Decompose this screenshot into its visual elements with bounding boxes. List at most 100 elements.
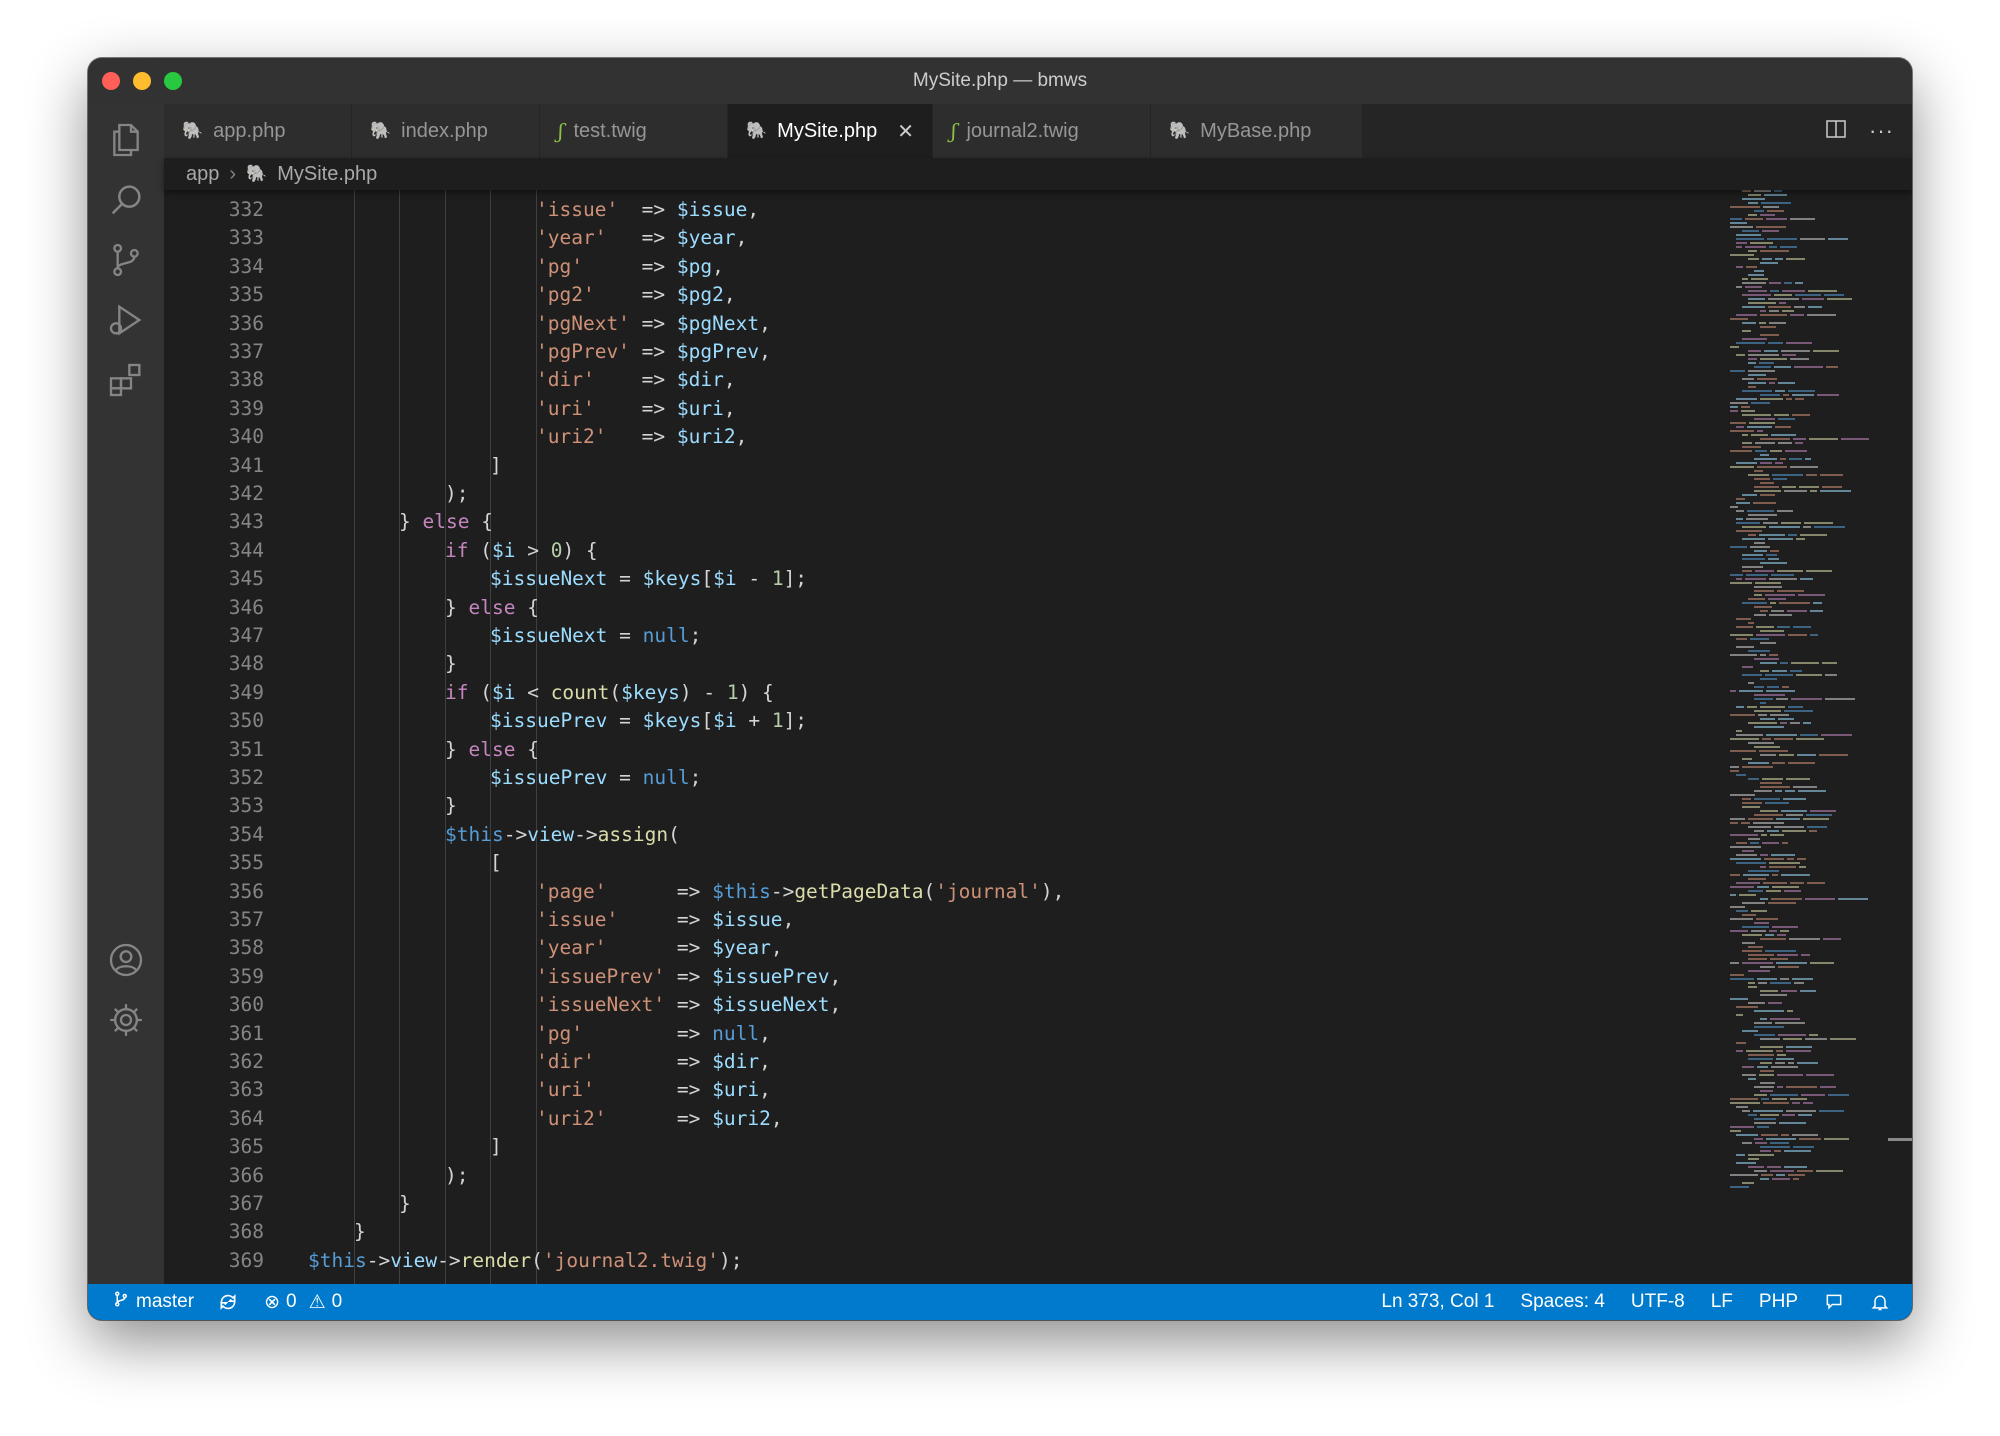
code-line[interactable]: 363 'uri' => $uri, <box>164 1076 1664 1104</box>
code-line[interactable]: 362 'dir' => $dir, <box>164 1048 1664 1076</box>
minimap-line <box>1748 302 1776 304</box>
code-line[interactable]: 339 'uri' => $uri, <box>164 395 1664 423</box>
code-line[interactable]: 349 if ($i < count($keys) - 1) { <box>164 679 1664 707</box>
code-line[interactable]: 365] <box>164 1133 1664 1161</box>
code-line[interactable]: 353} <box>164 792 1664 820</box>
minimap-line <box>1748 274 1764 276</box>
minimap-line <box>1742 278 1748 280</box>
line-number: 352 <box>228 766 264 789</box>
minimap-line <box>1760 262 1778 264</box>
files-icon[interactable] <box>100 114 152 166</box>
close-tab-icon[interactable]: ✕ <box>897 119 914 144</box>
more-actions-icon[interactable]: ··· <box>1869 118 1894 144</box>
code-line[interactable]: 354 $this->view->assign( <box>164 821 1664 849</box>
code-line[interactable]: 332 'issue' => $issue, <box>164 196 1664 224</box>
code-line[interactable]: 350 $issuePrev = $keys[$i + 1]; <box>164 707 1664 735</box>
code-line[interactable]: 337 'pgPrev' => $pgPrev, <box>164 338 1664 366</box>
minimap-line <box>1772 886 1799 888</box>
source-control-icon[interactable] <box>100 234 152 286</box>
split-editor-icon[interactable] <box>1825 118 1847 145</box>
tab-index-php[interactable]: 🐘 index.php <box>352 104 540 158</box>
code-line[interactable]: 344 if ($i > 0) { <box>164 537 1664 565</box>
minimap-line <box>1786 778 1810 780</box>
code-line[interactable]: 335 'pg2' => $pg2, <box>164 281 1664 309</box>
code-line[interactable]: 352 $issuePrev = null; <box>164 764 1664 792</box>
run-debug-icon[interactable] <box>100 294 152 346</box>
code-line[interactable]: 357 'issue' => $issue, <box>164 906 1664 934</box>
maximize-window-button[interactable] <box>164 72 182 90</box>
tab-mybase-php[interactable]: 🐘 MyBase.php <box>1151 104 1363 158</box>
scrollbar-thumb[interactable] <box>1888 1138 1912 1141</box>
language-mode[interactable]: PHP <box>1759 1291 1798 1313</box>
line-number: 342 <box>228 482 264 505</box>
breadcrumb-file[interactable]: MySite.php <box>277 163 377 186</box>
code-line[interactable]: 366); <box>164 1162 1664 1190</box>
code-line[interactable]: 359 'issuePrev' => $issuePrev, <box>164 963 1664 991</box>
code-line[interactable]: 360 'issueNext' => $issueNext, <box>164 991 1664 1019</box>
end-of-line[interactable]: LF <box>1711 1291 1733 1313</box>
code-line[interactable]: 355 [ <box>164 849 1664 877</box>
code-line[interactable]: 369 $this->view->render('journal2.twig'); <box>164 1247 1664 1275</box>
encoding[interactable]: UTF-8 <box>1631 1291 1685 1313</box>
code-line[interactable]: 361 'pg' => null, <box>164 1020 1664 1048</box>
tab-mysite-php[interactable]: 🐘 MySite.php ✕ <box>728 104 933 158</box>
indentation[interactable]: Spaces: 4 <box>1520 1291 1605 1313</box>
line-text: 'dir' => $dir, <box>536 368 736 392</box>
code-line[interactable]: 358 'year' => $year, <box>164 934 1664 962</box>
code-editor[interactable]: 332 'issue' => $issue, 333 'year' => $year,… <box>164 190 1912 1284</box>
settings-gear-icon[interactable] <box>100 994 152 1046</box>
minimap-line <box>1736 1154 1745 1156</box>
minimap-line <box>1730 546 1747 548</box>
code-line[interactable]: 345 $issueNext = $keys[$i - 1]; <box>164 565 1664 593</box>
minimap-line <box>1784 490 1807 492</box>
minimap-line <box>1730 834 1758 836</box>
code-line[interactable]: 364 'uri2' => $uri2, <box>164 1105 1664 1133</box>
code-line[interactable]: 338 'dir' => $dir, <box>164 366 1664 394</box>
minimap-line <box>1772 762 1785 764</box>
breadcrumb-folder[interactable]: app <box>186 163 219 186</box>
account-icon[interactable] <box>100 934 152 986</box>
minimap-line <box>1730 574 1743 576</box>
code-line[interactable]: 346} else { <box>164 594 1664 622</box>
minimap-line <box>1742 538 1765 540</box>
minimap-line <box>1742 666 1753 668</box>
minimap-line <box>1742 902 1765 904</box>
minimap-line <box>1795 442 1803 444</box>
code-line[interactable]: 356 'page' => $this->getPageData('journal… <box>164 878 1664 906</box>
tab-journal2-twig[interactable]: ʃ journal2.twig <box>933 104 1151 158</box>
code-line[interactable]: 347 $issueNext = null; <box>164 622 1664 650</box>
problems-indicator[interactable]: ⊗ 0 ⚠ 0 <box>264 1291 342 1314</box>
minimap-line <box>1788 762 1815 764</box>
code-line[interactable]: 333 'year' => $year, <box>164 224 1664 252</box>
extensions-icon[interactable] <box>100 354 152 406</box>
tab-app-php[interactable]: 🐘 app.php <box>164 104 352 158</box>
code-line[interactable]: 341] <box>164 452 1664 480</box>
code-line[interactable]: 340 'uri2' => $uri2, <box>164 423 1664 451</box>
sync-icon[interactable] <box>218 1292 238 1312</box>
cursor-position[interactable]: Ln 373, Col 1 <box>1381 1291 1494 1313</box>
branch-indicator[interactable]: master <box>112 1290 194 1314</box>
minimap-line <box>1754 210 1764 212</box>
minimap-line <box>1736 1162 1756 1164</box>
close-window-button[interactable] <box>102 72 120 90</box>
notifications-bell-icon[interactable] <box>1870 1292 1890 1312</box>
code-line[interactable]: 334 'pg' => $pg, <box>164 253 1664 281</box>
minimize-window-button[interactable] <box>133 72 151 90</box>
code-line[interactable]: 343} else { <box>164 508 1664 536</box>
code-line[interactable]: 348} <box>164 650 1664 678</box>
minimap[interactable] <box>1718 190 1898 1284</box>
code-line[interactable]: 351} else { <box>164 736 1664 764</box>
search-icon[interactable] <box>100 174 152 226</box>
minimap-line <box>1754 1022 1772 1024</box>
code-line[interactable]: 368} <box>164 1218 1664 1246</box>
feedback-icon[interactable] <box>1824 1292 1844 1312</box>
line-text: 'uri' => $uri, <box>536 1078 771 1102</box>
tab-test-twig[interactable]: ʃ test.twig <box>540 104 728 158</box>
minimap-line <box>1800 578 1813 580</box>
code-line[interactable]: 336 'pgNext' => $pgNext, <box>164 310 1664 338</box>
minimap-line <box>1760 562 1787 564</box>
code-line[interactable]: 367} <box>164 1190 1664 1218</box>
code-line[interactable]: 342); <box>164 480 1664 508</box>
minimap-line <box>1730 690 1736 692</box>
line-number: 339 <box>228 396 264 420</box>
